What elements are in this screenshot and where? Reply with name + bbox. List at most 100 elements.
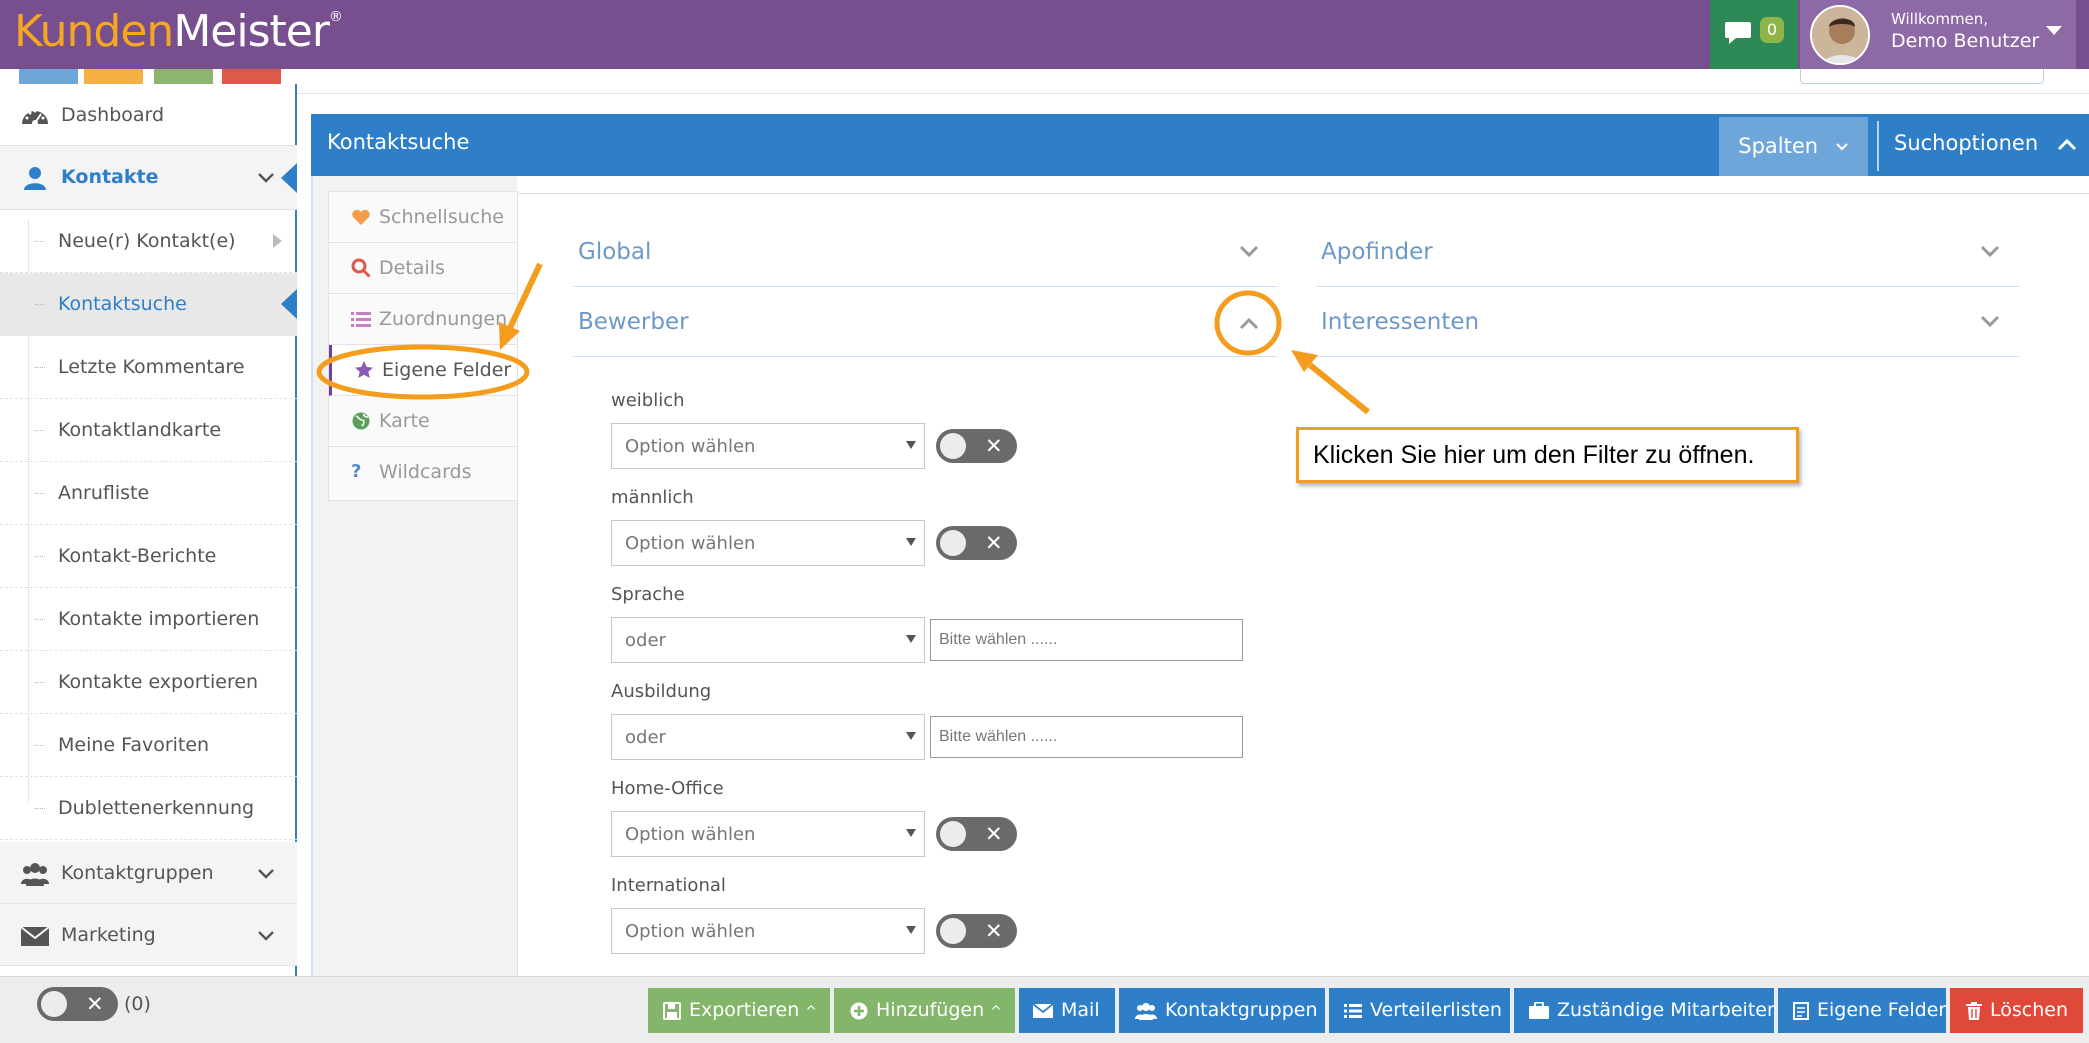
search-icon	[351, 258, 371, 278]
chevron-down-icon	[1836, 143, 1848, 151]
tree-connector	[35, 367, 45, 368]
sidebar-subitem-kontakte-exportieren[interactable]: Kontakte exportieren	[0, 651, 297, 714]
sidebar-subitem-label: Kontakte importieren	[58, 608, 260, 630]
global-search-input[interactable]	[1800, 69, 2044, 84]
sidebar-subitem-dublettenerkennung[interactable]: Dublettenerkennung	[0, 777, 297, 840]
international-select[interactable]: Option wählen	[611, 908, 925, 954]
chevron-down-icon	[1980, 315, 2000, 328]
sidebar-subitem-label: Kontaktlandkarte	[58, 419, 222, 441]
caret-down-icon	[906, 441, 916, 449]
save-icon	[663, 1001, 681, 1020]
sidebar-subitem-neuer-kontakt[interactable]: Neue(r) Kontakt(e)	[0, 210, 297, 273]
eigene-felder-button[interactable]: Eigene Felder	[1778, 988, 1946, 1033]
toggle-knob	[940, 433, 966, 459]
plus-circle-icon	[850, 1002, 868, 1019]
section-title: Interessenten	[1321, 309, 1480, 335]
sprache-operator-select[interactable]: oder	[611, 617, 925, 663]
select-value: oder	[625, 630, 666, 651]
list-icon	[351, 312, 371, 327]
international-toggle[interactable]: ✕	[936, 914, 1017, 948]
maennlich-select[interactable]: Option wählen	[611, 520, 925, 566]
tree-connector	[35, 493, 45, 494]
sidebar-item-marketing[interactable]: Marketing	[0, 904, 297, 966]
suchoptionen-toggle[interactable]: Suchoptionen	[1894, 114, 2084, 176]
zustaendige-mitarbeiter-button[interactable]: Zuständige Mitarbeiter	[1514, 988, 1775, 1033]
sidebar-item-dashboard[interactable]: Dashboard	[0, 84, 297, 146]
section-bewerber[interactable]: Bewerber	[573, 287, 1277, 357]
sidebar-item-kontaktgruppen[interactable]: Kontaktgruppen	[0, 842, 297, 904]
toggle-knob	[940, 918, 966, 944]
sidebar-subitem-kontakt-berichte[interactable]: Kontakt-Berichte	[0, 525, 297, 588]
select-value: Option wählen	[625, 533, 756, 554]
weiblich-toggle[interactable]: ✕	[936, 429, 1017, 463]
sidebar-subitem-kontaktlandkarte[interactable]: Kontaktlandkarte	[0, 399, 297, 462]
maennlich-toggle[interactable]: ✕	[936, 526, 1017, 560]
app-logo[interactable]: KundenMeister®	[14, 2, 343, 62]
close-icon: ✕	[985, 531, 1003, 555]
input-placeholder: Bitte wählen ......	[939, 631, 1058, 648]
sidebar-subitem-kontaktsuche[interactable]: Kontaktsuche	[0, 273, 297, 336]
sidebar-subitem-letzte-kommentare[interactable]: Letzte Kommentare	[0, 336, 297, 399]
caret-right-icon	[273, 234, 282, 248]
tab-eigene-felder[interactable]: Eigene Felder	[329, 345, 517, 396]
tree-connector	[35, 241, 45, 242]
trash-icon	[1966, 1001, 1982, 1020]
select-value: Option wählen	[625, 436, 756, 457]
sprache-input[interactable]: Bitte wählen ......	[930, 619, 1243, 661]
chevron-down-icon	[258, 173, 274, 183]
welcome-text: Willkommen,	[1891, 10, 1989, 28]
tab-details[interactable]: Details	[329, 243, 517, 294]
section-title: Bewerber	[578, 309, 689, 335]
sidebar-subitem-anrufliste[interactable]: Anrufliste	[0, 462, 297, 525]
tab-karte[interactable]: Karte	[329, 396, 517, 447]
section-interessenten[interactable]: Interessenten	[1316, 287, 2020, 357]
sidebar-subitem-meine-favoriten[interactable]: Meine Favoriten	[0, 714, 297, 777]
button-label: Hinzufügen	[876, 999, 985, 1021]
sidebar-subitem-label: Anrufliste	[58, 482, 150, 504]
ausbildung-operator-select[interactable]: oder	[611, 714, 925, 760]
home-office-select[interactable]: Option wählen	[611, 811, 925, 857]
active-pointer-icon	[281, 289, 297, 319]
sidebar-item-kontakte[interactable]: Kontakte	[0, 146, 297, 210]
users-icon	[1135, 1002, 1157, 1020]
logo-registered-mark: ®	[328, 9, 343, 25]
sidebar-subitem-kontakte-importieren[interactable]: Kontakte importieren	[0, 588, 297, 651]
message-count-badge: 0	[1760, 17, 1784, 43]
chevron-up-icon[interactable]	[1239, 316, 1259, 330]
spalten-label: Spalten	[1738, 134, 1819, 158]
tab-zuordnungen[interactable]: Zuordnungen	[329, 294, 517, 345]
tab-schnellsuche[interactable]: Schnellsuche	[329, 192, 517, 243]
chevron-up-icon: ^	[805, 1004, 818, 1020]
tree-connector	[35, 619, 45, 620]
verteilerlisten-button[interactable]: Verteilerlisten	[1329, 988, 1510, 1033]
select-all-toggle[interactable]: ✕	[37, 987, 118, 1021]
tab-wildcards[interactable]: ? Wildcards	[329, 447, 517, 498]
logo-text-meister: Meister	[173, 6, 330, 57]
kontaktgruppen-button[interactable]: Kontaktgruppen	[1119, 988, 1325, 1033]
dashboard-icon	[22, 109, 48, 126]
weiblich-select[interactable]: Option wählen	[611, 423, 925, 469]
section-title: Global	[578, 239, 652, 265]
ausbildung-input[interactable]: Bitte wählen ......	[930, 716, 1243, 758]
section-apofinder[interactable]: Apofinder	[1316, 217, 2020, 287]
active-pointer-icon	[281, 163, 297, 193]
chat-icon	[1725, 22, 1751, 44]
caret-down-icon[interactable]	[2046, 26, 2062, 35]
section-global[interactable]: Global	[573, 217, 1277, 287]
spalten-button[interactable]: Spalten	[1719, 117, 1868, 176]
divider	[1877, 121, 1879, 171]
hinzufuegen-button[interactable]: Hinzufügen ^	[834, 988, 1015, 1033]
loeschen-button[interactable]: Löschen	[1950, 988, 2083, 1033]
tab-label: Karte	[379, 410, 430, 432]
mail-button[interactable]: Mail	[1019, 988, 1115, 1033]
exportieren-button[interactable]: Exportieren ^	[648, 988, 830, 1033]
user-menu[interactable]: Willkommen, Demo Benutzer	[1800, 0, 2076, 69]
avatar	[1810, 5, 1870, 65]
button-label: Exportieren	[689, 999, 800, 1021]
user-icon	[24, 167, 46, 190]
messages-button[interactable]: 0	[1710, 0, 1798, 69]
home-office-toggle[interactable]: ✕	[936, 817, 1017, 851]
panel-header: Kontaktsuche Spalten Suchoptionen	[311, 114, 2089, 176]
list-icon	[1344, 1003, 1362, 1018]
tree-connector	[35, 430, 45, 431]
